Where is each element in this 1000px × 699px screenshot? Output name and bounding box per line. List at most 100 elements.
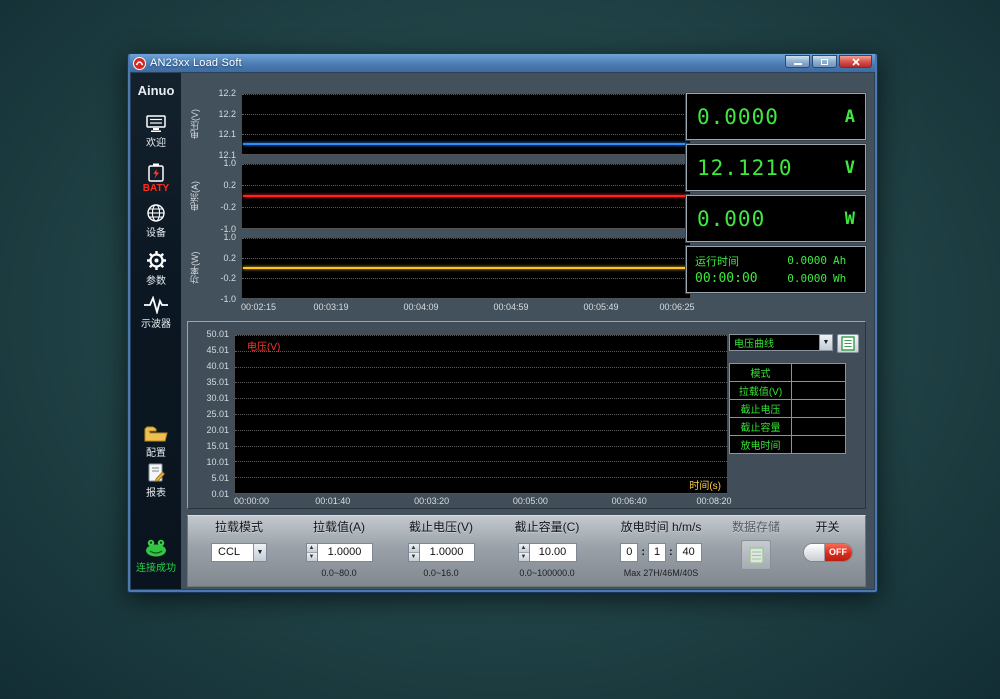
x-tick-label: 00:04:09 (403, 302, 438, 312)
cutoff-voltage-header: 截止电压(V) (409, 516, 473, 538)
folder-icon (144, 425, 168, 443)
connection-status: 连接成功 (131, 539, 181, 574)
x-tick-label: 00:02:15 (241, 302, 276, 312)
spin-up-icon[interactable]: ▲ (307, 544, 317, 553)
power-strip-chart: 功率(W) 1.00.2-0.2-1.0 00:02:1500:03:1900:… (187, 237, 691, 299)
load-mode-select[interactable]: CCL ▼ (211, 543, 267, 562)
cutoff-capacity-range: 0.0~100000.0 (519, 568, 574, 578)
power-axis-label: 功率(W) (188, 237, 201, 299)
y-tick-label: 20.01 (206, 425, 229, 435)
trace-电压 (243, 143, 689, 145)
trace-功率 (243, 267, 689, 269)
spin-up-icon[interactable]: ▲ (409, 544, 419, 553)
app-logo-icon (133, 57, 146, 70)
export-report-button[interactable] (837, 334, 859, 353)
chevron-down-icon[interactable]: ▼ (253, 544, 266, 561)
titlebar[interactable]: AN23xx Load Soft (130, 54, 875, 72)
gridline (235, 493, 727, 494)
x-tick-label: 00:04:59 (493, 302, 528, 312)
y-tick-label: 0.2 (223, 180, 236, 190)
gridline (235, 414, 727, 415)
y-tick-label: 40.01 (206, 361, 229, 371)
y-tick-label: 0.01 (211, 489, 229, 499)
trace-电流 (243, 195, 689, 197)
ah-unit: Ah (833, 254, 857, 267)
sidebar-item-report[interactable]: 报表 (131, 463, 181, 499)
y-tick-label: -0.2 (220, 202, 236, 212)
param-value-cell (792, 382, 846, 400)
gridline (242, 228, 690, 229)
output-toggle[interactable]: OFF (803, 543, 853, 562)
maximize-button[interactable] (812, 55, 837, 68)
monitor-icon (145, 115, 167, 133)
load-value-field[interactable]: 1.0000 (317, 543, 373, 562)
app-window: AN23xx Load Soft Ainuo 欢迎 (127, 53, 878, 593)
cutoff-voltage-field[interactable]: 1.0000 (419, 543, 475, 562)
window-title: AN23xx Load Soft (150, 57, 242, 69)
y-tick-label: 35.01 (206, 377, 229, 387)
switch-header: 开关 (815, 516, 839, 538)
brand-logo: Ainuo (131, 83, 181, 98)
load-value-stepper[interactable]: ▲ ▼ 1.0000 (306, 543, 373, 562)
y-tick-label: 10.01 (206, 457, 229, 467)
sidebar-item-config[interactable]: 配置 (131, 425, 181, 459)
curve-section: 50.0145.0140.0135.0130.0125.0120.0115.01… (187, 321, 866, 509)
strip-charts: 电压(V) 12.212.212.112.1 电流(A) 1.00.2-0.2-… (187, 77, 693, 317)
spin-down-icon[interactable]: ▼ (409, 553, 419, 561)
gridline (242, 278, 690, 279)
hours-field[interactable]: 0 (620, 543, 638, 562)
sidebar-item-parameters[interactable]: 参数 (131, 250, 181, 287)
sidebar-item-welcome[interactable]: 欢迎 (131, 115, 181, 149)
spin-down-icon[interactable]: ▼ (307, 553, 317, 561)
x-tick-label: 00:03:19 (313, 302, 348, 312)
y-tick-label: 12.2 (218, 88, 236, 98)
x-tick-label: 00:01:40 (315, 496, 350, 506)
cutoff-voltage-stepper[interactable]: ▲ ▼ 1.0000 (408, 543, 475, 562)
toggle-knob (804, 544, 825, 561)
gridline (242, 164, 690, 165)
main-chart-plot: 电压(V) 时间(s) (234, 334, 728, 494)
sidebar-item-oscilloscope[interactable]: 示波器 (131, 296, 181, 330)
curve-type-select[interactable]: 电压曲线 ▼ (729, 334, 833, 351)
gridline (235, 398, 727, 399)
spin-up-icon[interactable]: ▲ (519, 544, 529, 553)
y-tick-label: 15.01 (206, 441, 229, 451)
load-value-range: 0.0~80.0 (321, 568, 356, 578)
gridline (242, 298, 690, 299)
data-storage-header: 数据存储 (732, 516, 780, 538)
ah-value: 0.0000 (757, 254, 833, 267)
y-tick-label: -1.0 (220, 294, 236, 304)
minimize-button[interactable] (785, 55, 810, 68)
data-storage-button[interactable] (741, 540, 771, 570)
voltage-display: 12.1210 V (686, 144, 866, 191)
gridline (235, 446, 727, 447)
cutoff-capacity-stepper[interactable]: ▲ ▼ 10.00 (518, 543, 577, 562)
cutoff-capacity-field[interactable]: 10.00 (529, 543, 577, 562)
seconds-field[interactable]: 40 (676, 543, 702, 562)
close-button[interactable] (839, 55, 872, 68)
x-tick-label: 00:05:49 (583, 302, 618, 312)
gear-icon (146, 250, 167, 271)
main-area: 电压(V) 12.212.212.112.1 电流(A) 1.00.2-0.2-… (181, 73, 874, 589)
current-plot (241, 163, 691, 229)
minutes-field[interactable]: 1 (648, 543, 666, 562)
gridline (242, 185, 690, 186)
gridline (242, 207, 690, 208)
cutoff-voltage-range: 0.0~16.0 (423, 568, 458, 578)
y-tick-label: 25.01 (206, 409, 229, 419)
globe-icon (146, 203, 166, 223)
y-tick-label: 1.0 (223, 232, 236, 242)
wh-unit: Wh (833, 272, 857, 285)
sidebar-item-baty[interactable]: BATY (131, 163, 181, 194)
discharge-time-header: 放电时间 h/m/s (621, 516, 702, 538)
y-tick-label: 0.2 (223, 253, 236, 263)
runtime-clock: 00:00:00 (695, 271, 757, 286)
chevron-down-icon[interactable]: ▼ (819, 335, 832, 350)
x-tick-label: 00:00:00 (234, 496, 269, 506)
sidebar-item-device[interactable]: 设备 (131, 203, 181, 239)
gridline (242, 94, 690, 95)
load-value-header: 拉载值(A) (313, 516, 365, 538)
spin-down-icon[interactable]: ▼ (519, 553, 529, 561)
power-plot (241, 237, 691, 299)
gridline (235, 335, 727, 336)
